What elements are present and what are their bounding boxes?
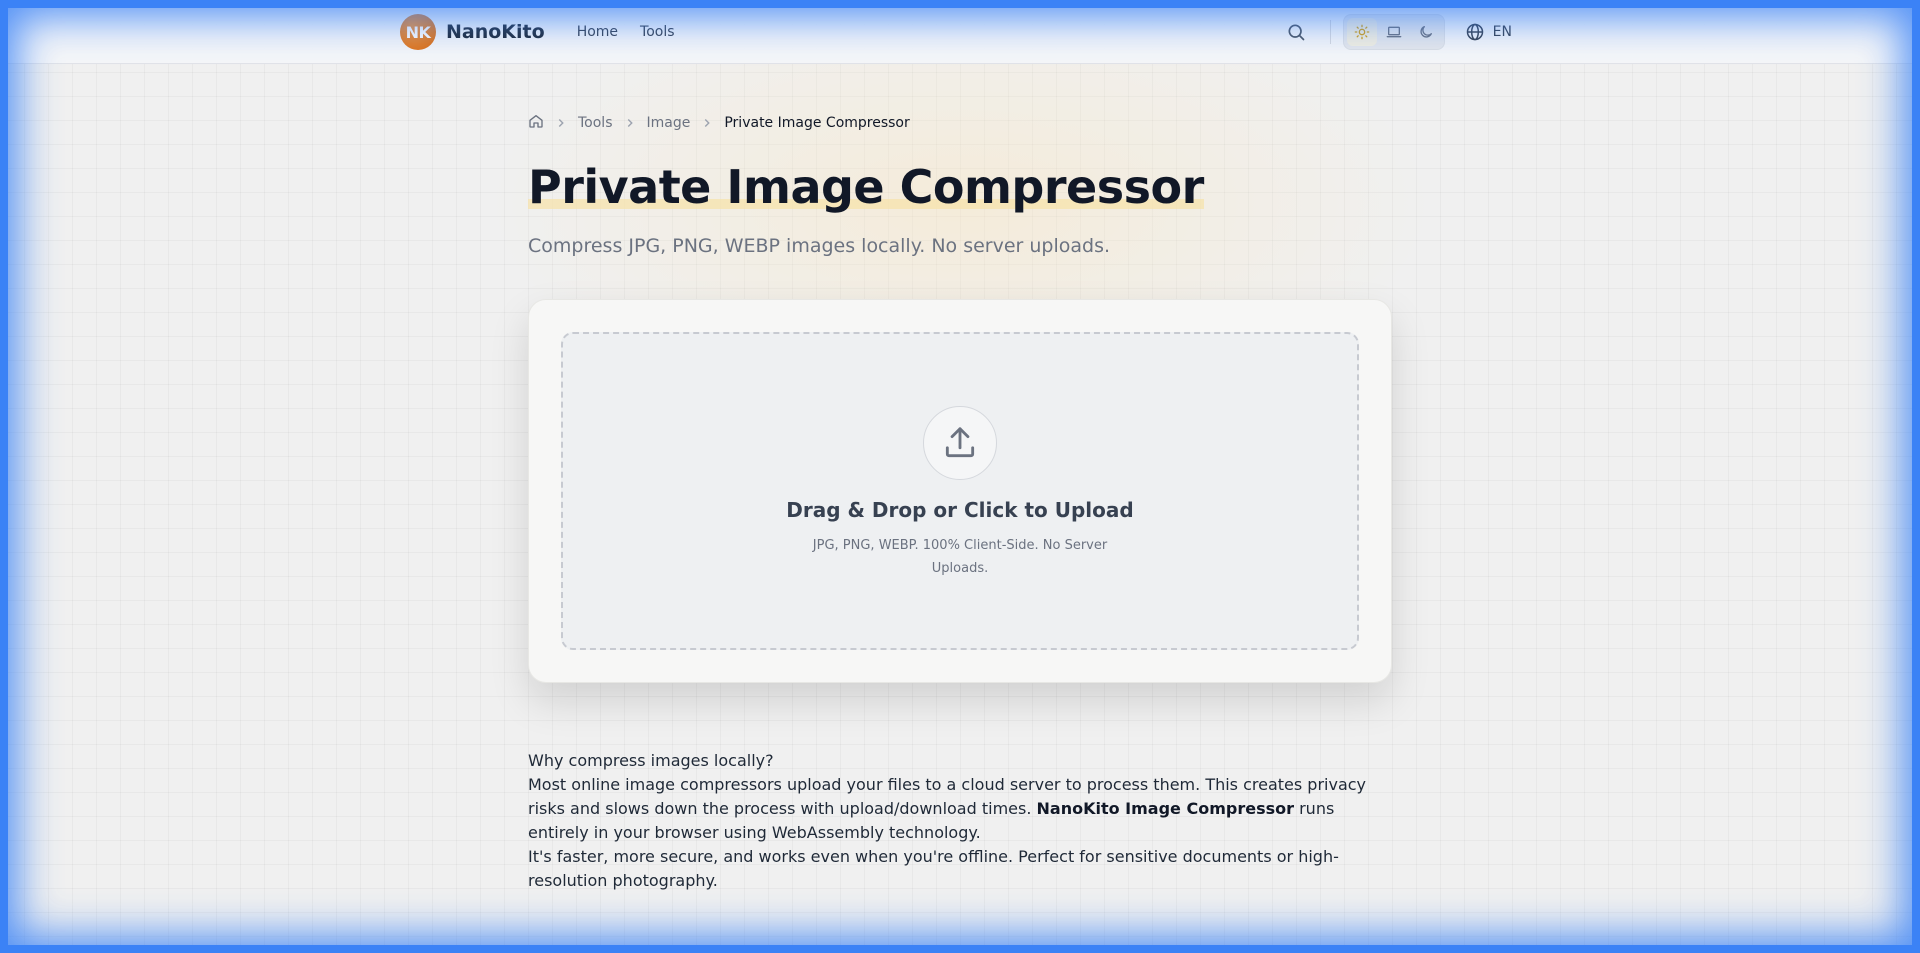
upload-card: Drag & Drop or Click to Upload JPG, PNG,… <box>528 299 1392 684</box>
breadcrumb-tools[interactable]: Tools <box>578 115 613 131</box>
page-subtitle: Compress JPG, PNG, WEBP images locally. … <box>528 235 1111 258</box>
info-section: Why compress images locally? Most online… <box>528 749 1392 893</box>
main-content: Tools Image Private Image Compressor Pri… <box>528 112 1392 893</box>
title-wrapper: Private Image Compressor <box>528 160 1204 215</box>
logo-badge[interactable]: NK <box>400 14 436 50</box>
globe-icon <box>1466 23 1483 41</box>
upload-dropzone[interactable]: Drag & Drop or Click to Upload JPG, PNG,… <box>561 332 1359 651</box>
breadcrumb-image[interactable]: Image <box>647 115 691 131</box>
upload-icon <box>945 427 975 458</box>
theme-dark-button[interactable] <box>1411 18 1441 46</box>
upload-title: Drag & Drop or Click to Upload <box>786 498 1134 523</box>
info-paragraph-2: It's faster, more secure, and works even… <box>528 847 1339 891</box>
moon-icon <box>1420 26 1432 38</box>
laptop-icon <box>1386 26 1402 38</box>
nav-tools[interactable]: Tools <box>640 24 675 40</box>
breadcrumb-current: Private Image Compressor <box>724 115 910 131</box>
brand-name[interactable]: NanoKito <box>446 21 545 43</box>
breadcrumb-home[interactable] <box>528 113 544 133</box>
breadcrumb: Tools Image Private Image Compressor <box>528 112 1392 134</box>
header-divider <box>1329 20 1331 44</box>
theme-light-button[interactable] <box>1346 18 1377 46</box>
info-paragraph-1: Most online image compressors upload you… <box>528 773 1392 845</box>
search-icon <box>1288 24 1305 41</box>
upload-subtitle: JPG, PNG, WEBP. 100% Client-Side. No Ser… <box>812 538 1108 577</box>
search-button[interactable] <box>1278 14 1314 50</box>
sun-icon <box>1354 24 1370 40</box>
upload-icon-circle <box>923 406 997 481</box>
chevron-right-icon <box>558 119 564 127</box>
language-selector[interactable]: EN <box>1465 22 1512 42</box>
theme-system-button[interactable] <box>1379 18 1409 46</box>
info-heading: Why compress images locally? <box>528 751 774 771</box>
nav-home[interactable]: Home <box>577 24 618 40</box>
page-title: Private Image Compressor <box>528 160 1204 214</box>
site-header: NK NanoKito Home Tools EN <box>0 0 1920 64</box>
main-nav: Home Tools <box>577 24 675 40</box>
info-p1-bold: NanoKito Image Compressor <box>1036 799 1295 819</box>
theme-switcher <box>1342 14 1445 50</box>
home-icon <box>529 115 543 128</box>
language-label: EN <box>1492 24 1512 40</box>
chevron-right-icon <box>627 119 633 127</box>
chevron-right-icon <box>705 119 711 127</box>
